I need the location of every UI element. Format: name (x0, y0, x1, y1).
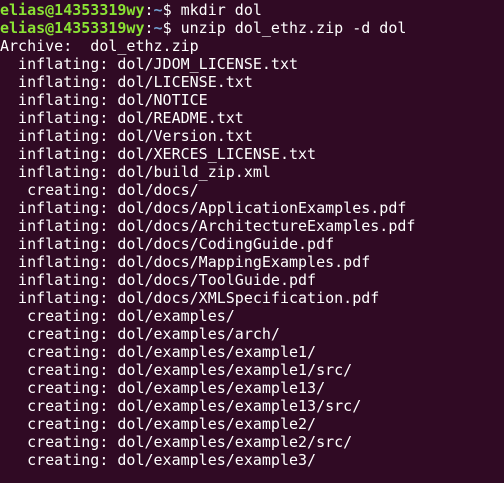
output-line: inflating: dol/LICENSE.txt (0, 73, 253, 91)
output-line: inflating: dol/docs/ToolGuide.pdf (0, 271, 317, 289)
prompt-symbol: $ (162, 19, 181, 37)
output-line: inflating: dol/NOTICE (0, 91, 208, 109)
output-line: inflating: dol/docs/XMLSpecification.pdf (0, 289, 380, 307)
output-line: inflating: dol/docs/CodingGuide.pdf (0, 235, 335, 253)
output-line: inflating: dol/docs/ApplicationExamples.… (0, 199, 407, 217)
command-text: unzip dol_ethz.zip -d dol (180, 19, 407, 37)
output-line: inflating: dol/XERCES_LICENSE.txt (0, 145, 317, 163)
output-line: creating: dol/examples/example1/src/ (0, 361, 353, 379)
prompt-symbol: $ (162, 1, 181, 19)
output-line: creating: dol/examples/ (0, 307, 235, 325)
prompt-user-host: elias@14353319wy (0, 19, 145, 37)
command-text: mkdir dol (180, 1, 262, 19)
prompt-path: ~ (153, 1, 163, 19)
output-line: creating: dol/examples/arch/ (0, 325, 280, 343)
output-line: inflating: dol/README.txt (0, 109, 244, 127)
output-line: creating: dol/examples/example2/src/ (0, 433, 353, 451)
output-line: Archive: dol_ethz.zip (0, 37, 199, 55)
output-line: inflating: dol/Version.txt (0, 127, 253, 145)
terminal-window[interactable]: elias@14353319wy:~$ mkdir dol elias@1435… (0, 0, 504, 483)
output-line: creating: dol/examples/example13/src/ (0, 397, 362, 415)
output-line: inflating: dol/build_zip.xml (0, 163, 271, 181)
output-line: creating: dol/examples/example3/ (0, 451, 317, 469)
prompt-separator: : (144, 1, 154, 19)
output-line: creating: dol/examples/example13/ (0, 379, 326, 397)
output-line: creating: dol/examples/example1/ (0, 343, 317, 361)
output-line: inflating: dol/docs/MappingExamples.pdf (0, 253, 371, 271)
prompt-path: ~ (153, 19, 163, 37)
prompt-user-host: elias@14353319wy (0, 1, 145, 19)
output-line: creating: dol/docs/ (0, 181, 199, 199)
output-line: inflating: dol/JDOM_LICENSE.txt (0, 55, 299, 73)
output-line: inflating: dol/docs/ArchitectureExamples… (0, 217, 416, 235)
prompt-line-2: elias@14353319wy:~$ unzip dol_ethz.zip -… (0, 19, 504, 37)
output-line: creating: dol/examples/example2/ (0, 415, 317, 433)
prompt-line-1: elias@14353319wy:~$ mkdir dol (0, 1, 504, 19)
prompt-separator: : (144, 19, 154, 37)
